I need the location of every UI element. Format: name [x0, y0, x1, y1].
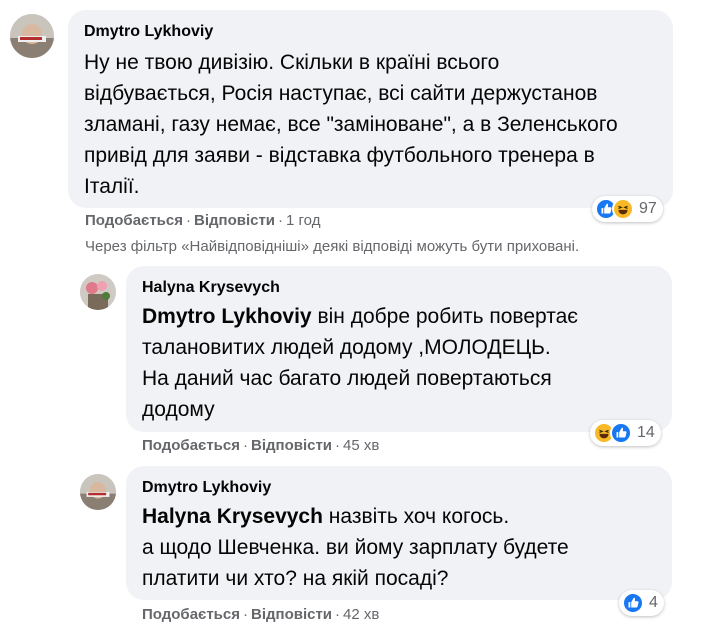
- comment-text: Ну не твою дивізію. Скільки в країні всь…: [84, 51, 618, 198]
- reaction-count: 97: [639, 200, 657, 217]
- like-icon: [610, 422, 632, 444]
- reply-button[interactable]: Відповісти: [251, 437, 332, 454]
- like-button[interactable]: Подобається: [142, 606, 240, 623]
- mention-link[interactable]: Dmytro Lykhoviy: [142, 305, 312, 328]
- reaction-count: 14: [637, 424, 655, 441]
- comment-actions: Подобається · Відповісти · 42 хв: [142, 606, 380, 623]
- mention-link[interactable]: Halyna Krysevych: [142, 505, 323, 528]
- like-button[interactable]: Подобається: [85, 212, 183, 229]
- avatar-image: [80, 474, 116, 510]
- reply-button[interactable]: Відповісти: [251, 606, 332, 623]
- comment-time[interactable]: 42 хв: [343, 606, 379, 623]
- comment-author[interactable]: Halyna Krysevych: [142, 278, 656, 298]
- comment-actions: Подобається · Відповісти · 1 год: [85, 212, 321, 229]
- comment-time[interactable]: 45 хв: [343, 437, 379, 454]
- comment-text: Dmytro Lykhoviy він добре робить поверта…: [142, 305, 579, 421]
- haha-icon: [612, 198, 634, 220]
- like-button[interactable]: Подобається: [142, 437, 240, 454]
- avatar-dmytro[interactable]: [10, 14, 54, 58]
- comment-text: Halyna Krysevych назвіть хоч когось. а щ…: [142, 505, 569, 590]
- comment-bubble: Dmytro Lykhoviy Halyna Krysevych назвіть…: [126, 466, 672, 600]
- like-icon: [622, 592, 644, 614]
- avatar-halyna[interactable]: [80, 274, 116, 310]
- comment-author[interactable]: Dmytro Lykhoviy: [84, 22, 657, 42]
- reaction-summary[interactable]: 4: [619, 590, 664, 616]
- reaction-summary[interactable]: 97: [592, 196, 663, 222]
- avatar-image: [10, 14, 54, 58]
- reaction-count: 4: [649, 594, 658, 611]
- comment-actions: Подобається · Відповісти · 45 хв: [142, 437, 380, 454]
- comment-time[interactable]: 1 год: [286, 212, 320, 229]
- avatar-image: [80, 274, 116, 310]
- avatar-dmytro[interactable]: [80, 474, 116, 510]
- filter-notice: Через фільтр «Найвідповідніші» деякі від…: [85, 238, 580, 255]
- reply-button[interactable]: Відповісти: [194, 212, 275, 229]
- comment-author[interactable]: Dmytro Lykhoviy: [142, 478, 656, 498]
- reaction-summary[interactable]: 14: [590, 420, 661, 446]
- comment-bubble: Dmytro Lykhoviy Ну не твою дивізію. Скіл…: [68, 10, 673, 208]
- comment-bubble: Halyna Krysevych Dmytro Lykhoviy він доб…: [126, 266, 672, 432]
